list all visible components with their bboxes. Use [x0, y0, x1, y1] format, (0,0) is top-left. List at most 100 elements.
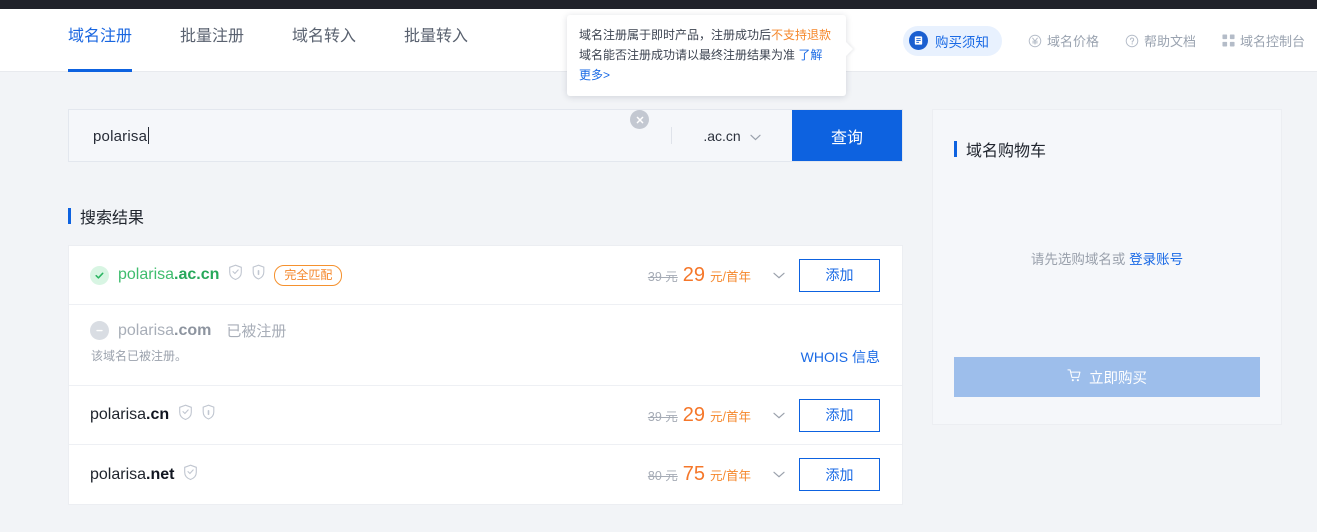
domain-sld: polarisa [118, 321, 175, 339]
price-original: 39 元 [647, 269, 678, 284]
add-to-cart-button[interactable]: 添加 [799, 458, 880, 491]
domain-tld: .com [174, 321, 212, 339]
tab-bulk-transfer-in-label: 批量转入 [404, 28, 469, 45]
table-row: polarisa.cn 39 元 29 元/首年 添加 [69, 386, 902, 445]
tooltip-line-2-text: 域名能否注册成功请以最终注册结果为准 [579, 48, 799, 62]
check-circle-icon [90, 265, 109, 285]
search-input-value: polarisa [93, 127, 148, 145]
domain-name: polarisa.ac.cn [118, 266, 219, 284]
price-original: 39 元 [647, 409, 678, 424]
section-accent-bar [68, 208, 71, 224]
search-results-list: polarisa.ac.cn 完全匹配 39 元 29 元/首年 添加 pola… [68, 245, 903, 505]
table-row: polarisa.ac.cn 完全匹配 39 元 29 元/首年 添加 [69, 246, 902, 305]
grid-icon [1222, 34, 1235, 47]
domain-sld: polarisa [90, 406, 147, 423]
price-group: 80 元 75 元/首年 [648, 463, 751, 486]
tld-select-value: .ac.cn [703, 127, 741, 144]
tab-bulk-transfer-in[interactable]: 批量转入 [404, 9, 468, 72]
purchase-notice-label: 购买须知 [934, 34, 989, 50]
cart-icon [1067, 368, 1082, 387]
domain-name: polarisa.net [90, 466, 174, 484]
search-button[interactable]: 查询 [792, 110, 902, 161]
add-to-cart-button[interactable]: 添加 [799, 258, 880, 292]
login-account-link[interactable]: 登录账号 [1129, 252, 1183, 267]
domain-cart-panel: 域名购物车 请先选购域名或 登录账号 立即购买 [932, 109, 1282, 425]
search-results-title-label: 搜索结果 [80, 210, 145, 227]
price-unit: 元/首年 [710, 469, 751, 483]
shield-lock-icon [202, 404, 215, 426]
tld-select[interactable]: .ac.cn [672, 110, 792, 161]
domain-tld: .cn [146, 406, 170, 423]
add-to-cart-label: 添加 [825, 407, 854, 423]
table-row: polarisa.com 已被注册 该域名已被注册。 WHOIS 信息 [69, 305, 902, 386]
shield-check-icon [183, 464, 198, 486]
nav-link-domain-price-label: 域名价格 [1046, 34, 1099, 49]
purchase-notice-tooltip: 域名注册属于即时产品，注册成功后不支持退款 域名能否注册成功请以最终注册结果为准… [567, 15, 846, 96]
search-input[interactable]: polarisa [69, 110, 630, 161]
minus-circle-icon [90, 321, 109, 340]
add-to-cart-label: 添加 [825, 267, 854, 283]
domain-taken-label: 已被注册 [226, 323, 287, 340]
nav-link-domain-console-label: 域名控制台 [1239, 34, 1305, 49]
domain-search-bar: polarisa .ac.cn 查询 [68, 109, 903, 162]
price-unit: 元/首年 [710, 409, 751, 424]
nav-link-help-docs-label: 帮助文档 [1143, 34, 1196, 49]
nav-right-group: 购买须知 域名价格 帮助文档 域名控制台 [893, 9, 1305, 72]
price-group: 39 元 29 元/首年 [648, 264, 751, 287]
buy-now-label: 立即购买 [1089, 370, 1147, 387]
cart-empty-state: 请先选购域名或 登录账号 [933, 248, 1281, 268]
tab-domain-register-label: 域名注册 [68, 28, 133, 45]
tab-domain-transfer-in-label: 域名转入 [292, 28, 357, 45]
top-navigation-bar: 域名注册 批量注册 域名转入 批量转入 购买须知 域名价格 帮助文档 域名控制台… [0, 9, 1317, 96]
purchase-notice-button[interactable]: 购买须知 [902, 25, 1002, 56]
shield-check-icon [228, 264, 243, 286]
yen-circle-icon [1028, 34, 1042, 48]
domain-tld: .ac.cn [174, 266, 220, 283]
text-caret [148, 126, 150, 144]
price-expand-chevron-down-icon[interactable] [773, 412, 785, 419]
domain-taken-subnote: 该域名已被注册。 [91, 349, 188, 363]
tab-domain-register[interactable]: 域名注册 [68, 9, 133, 72]
tab-domain-transfer-in[interactable]: 域名转入 [292, 9, 356, 72]
tooltip-no-refund-text: 不支持退款 [771, 28, 832, 42]
tooltip-line-1-text: 域名注册属于即时产品，注册成功后 [579, 28, 772, 42]
nav-link-domain-console[interactable]: 域名控制台 [1222, 31, 1305, 50]
search-results-title: 搜索结果 [68, 204, 903, 228]
shield-lock-icon [252, 264, 265, 286]
price-current: 75 [682, 463, 706, 485]
nav-link-domain-price[interactable]: 域名价格 [1028, 31, 1099, 50]
chevron-down-icon [750, 128, 761, 144]
price-original: 80 元 [647, 469, 678, 483]
buy-now-button[interactable]: 立即购买 [954, 357, 1260, 397]
table-row: polarisa.net 80 元 75 元/首年 添加 [69, 445, 902, 504]
domain-sld: polarisa [118, 266, 175, 283]
domain-name: polarisa.cn [90, 406, 169, 424]
price-group: 39 元 29 元/首年 [648, 404, 751, 427]
status-badge: 完全匹配 [274, 264, 343, 286]
whois-info-link[interactable]: WHOIS 信息 [801, 349, 880, 365]
shield-check-icon [178, 404, 193, 426]
search-button-label: 查询 [830, 129, 863, 147]
domain-name: polarisa.com [118, 322, 211, 340]
domain-sld: polarisa [90, 465, 147, 483]
add-to-cart-label: 添加 [825, 466, 854, 483]
nav-tabs: 域名注册 批量注册 域名转入 批量转入 [68, 9, 516, 72]
price-expand-chevron-down-icon[interactable] [773, 272, 785, 279]
price-current: 29 [682, 403, 706, 426]
question-circle-icon [1125, 34, 1139, 48]
document-icon [908, 31, 928, 50]
main-column: polarisa .ac.cn 查询 搜索结果 polarisa.ac.cn 完… [68, 109, 903, 505]
side-column: 域名购物车 请先选购域名或 登录账号 立即购买 [932, 109, 1282, 505]
cart-empty-text: 请先选购域名或 [1030, 252, 1130, 267]
price-expand-chevron-down-icon[interactable] [773, 471, 785, 478]
nav-link-help-docs[interactable]: 帮助文档 [1125, 31, 1196, 50]
tab-bulk-register-label: 批量注册 [180, 28, 245, 45]
domain-tld: .net [146, 465, 175, 483]
price-unit: 元/首年 [710, 269, 751, 284]
price-current: 29 [682, 263, 706, 286]
cart-title: 域名购物车 [966, 143, 1047, 160]
add-to-cart-button[interactable]: 添加 [799, 398, 880, 432]
tab-bulk-register[interactable]: 批量注册 [180, 9, 244, 72]
clear-circle-icon[interactable] [630, 110, 649, 129]
cart-header: 域名购物车 [933, 110, 1281, 161]
